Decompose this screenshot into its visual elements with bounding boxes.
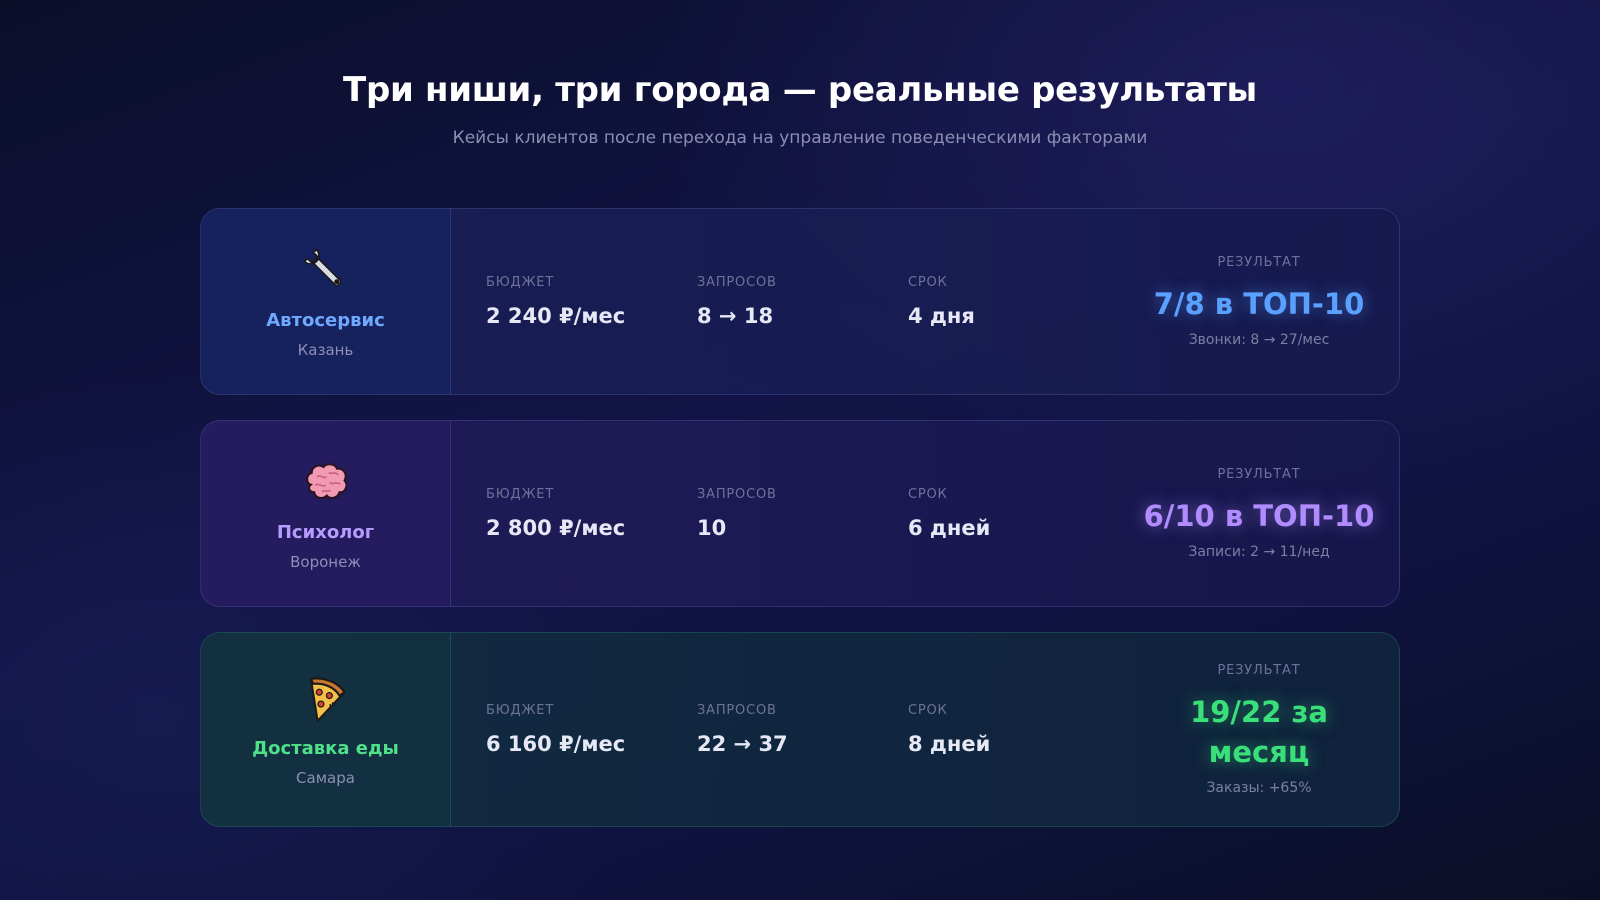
metric-queries: ЗАПРОСОВ 10	[697, 487, 777, 540]
result-label: РЕЗУЛЬТАТ	[1217, 255, 1301, 270]
metric-budget: БЮДЖЕТ 6 160 ₽/мес	[486, 703, 625, 756]
page-header: Три ниши, три города — реальные результа…	[0, 70, 1600, 148]
wrench-icon	[302, 248, 341, 287]
case-niche: Автосервис	[266, 310, 385, 331]
case-niche: Доставка еды	[252, 738, 399, 759]
metric-label: СРОК	[908, 703, 948, 718]
case-card-food-delivery: Доставка еды Самара БЮДЖЕТ 6 160 ₽/мес З…	[200, 632, 1400, 827]
metric-label: ЗАПРОСОВ	[697, 275, 777, 290]
metric-label: ЗАПРОСОВ	[697, 487, 777, 502]
result-note: Заказы: +65%	[1206, 780, 1312, 796]
metric-queries: ЗАПРОСОВ 22 → 37	[697, 703, 788, 756]
case-niche: Психолог	[276, 522, 375, 543]
metric-label: СРОК	[908, 487, 948, 502]
case-niche-panel: Автосервис Казань	[201, 209, 451, 394]
result-value: 7/8 в ТОП-10	[1153, 287, 1365, 321]
metric-value: 8 дней	[908, 732, 991, 756]
case-city: Самара	[296, 769, 355, 787]
result-note: Звонки: 8 → 27/мес	[1188, 332, 1330, 348]
metric-value: 6 дней	[908, 516, 991, 540]
metric-value: 2 240 ₽/мес	[486, 304, 626, 328]
result-value: 6/10 в ТОП-10	[1143, 499, 1375, 533]
metric-value: 10	[697, 516, 727, 540]
case-result: РЕЗУЛЬТАТ 6/10 в ТОП-10 Записи: 2 → 11/н…	[1119, 421, 1399, 606]
case-card-psychologist: Психолог Воронеж БЮДЖЕТ 2 800 ₽/мес ЗАПР…	[200, 420, 1400, 607]
metric-label: БЮДЖЕТ	[486, 703, 555, 718]
case-niche-panel: Доставка еды Самара	[201, 633, 451, 826]
result-label: РЕЗУЛЬТАТ	[1217, 467, 1301, 482]
case-metrics: БЮДЖЕТ 6 160 ₽/мес ЗАПРОСОВ 22 → 37 СРОК…	[451, 633, 1399, 826]
page-subtitle: Кейсы клиентов после перехода на управле…	[452, 128, 1148, 148]
case-city: Казань	[297, 341, 354, 359]
metric-value: 6 160 ₽/мес	[486, 732, 626, 756]
metric-value: 4 дня	[908, 304, 975, 328]
case-city: Воронеж	[290, 553, 361, 571]
case-metrics: БЮДЖЕТ 2 240 ₽/мес ЗАПРОСОВ 8 → 18 СРОК …	[451, 209, 1399, 394]
page-title: Три ниши, три города — реальные результа…	[343, 70, 1257, 110]
metric-label: СРОК	[908, 275, 948, 290]
metric-term: СРОК 6 дней	[908, 487, 990, 540]
brain-icon	[305, 463, 347, 500]
case-card-autoservice: Автосервис Казань БЮДЖЕТ 2 240 ₽/мес ЗАП…	[200, 208, 1400, 395]
result-note: Записи: 2 → 11/нед	[1188, 544, 1330, 560]
metric-term: СРОК 4 дня	[908, 275, 975, 328]
metric-value: 8 → 18	[697, 304, 774, 328]
result-label: РЕЗУЛЬТАТ	[1217, 663, 1301, 678]
metric-value: 22 → 37	[697, 732, 788, 756]
pizza-icon	[309, 677, 346, 722]
metric-budget: БЮДЖЕТ 2 240 ₽/мес	[486, 275, 625, 328]
result-value: 19/22 за месяц	[1190, 695, 1328, 769]
metric-queries: ЗАПРОСОВ 8 → 18	[697, 275, 777, 328]
metric-term: СРОК 8 дней	[908, 703, 990, 756]
case-metrics: БЮДЖЕТ 2 800 ₽/мес ЗАПРОСОВ 10 СРОК 6 дн…	[451, 421, 1399, 606]
case-list: Автосервис Казань БЮДЖЕТ 2 240 ₽/мес ЗАП…	[200, 208, 1400, 852]
metric-label: БЮДЖЕТ	[486, 275, 555, 290]
metric-value: 2 800 ₽/мес	[486, 516, 626, 540]
metric-label: ЗАПРОСОВ	[697, 703, 777, 718]
metric-label: БЮДЖЕТ	[486, 487, 555, 502]
case-result: РЕЗУЛЬТАТ 19/22 за месяц Заказы: +65%	[1119, 633, 1399, 826]
metric-budget: БЮДЖЕТ 2 800 ₽/мес	[486, 487, 625, 540]
case-niche-panel: Психолог Воронеж	[201, 421, 451, 606]
case-result: РЕЗУЛЬТАТ 7/8 в ТОП-10 Звонки: 8 → 27/ме…	[1119, 209, 1399, 394]
